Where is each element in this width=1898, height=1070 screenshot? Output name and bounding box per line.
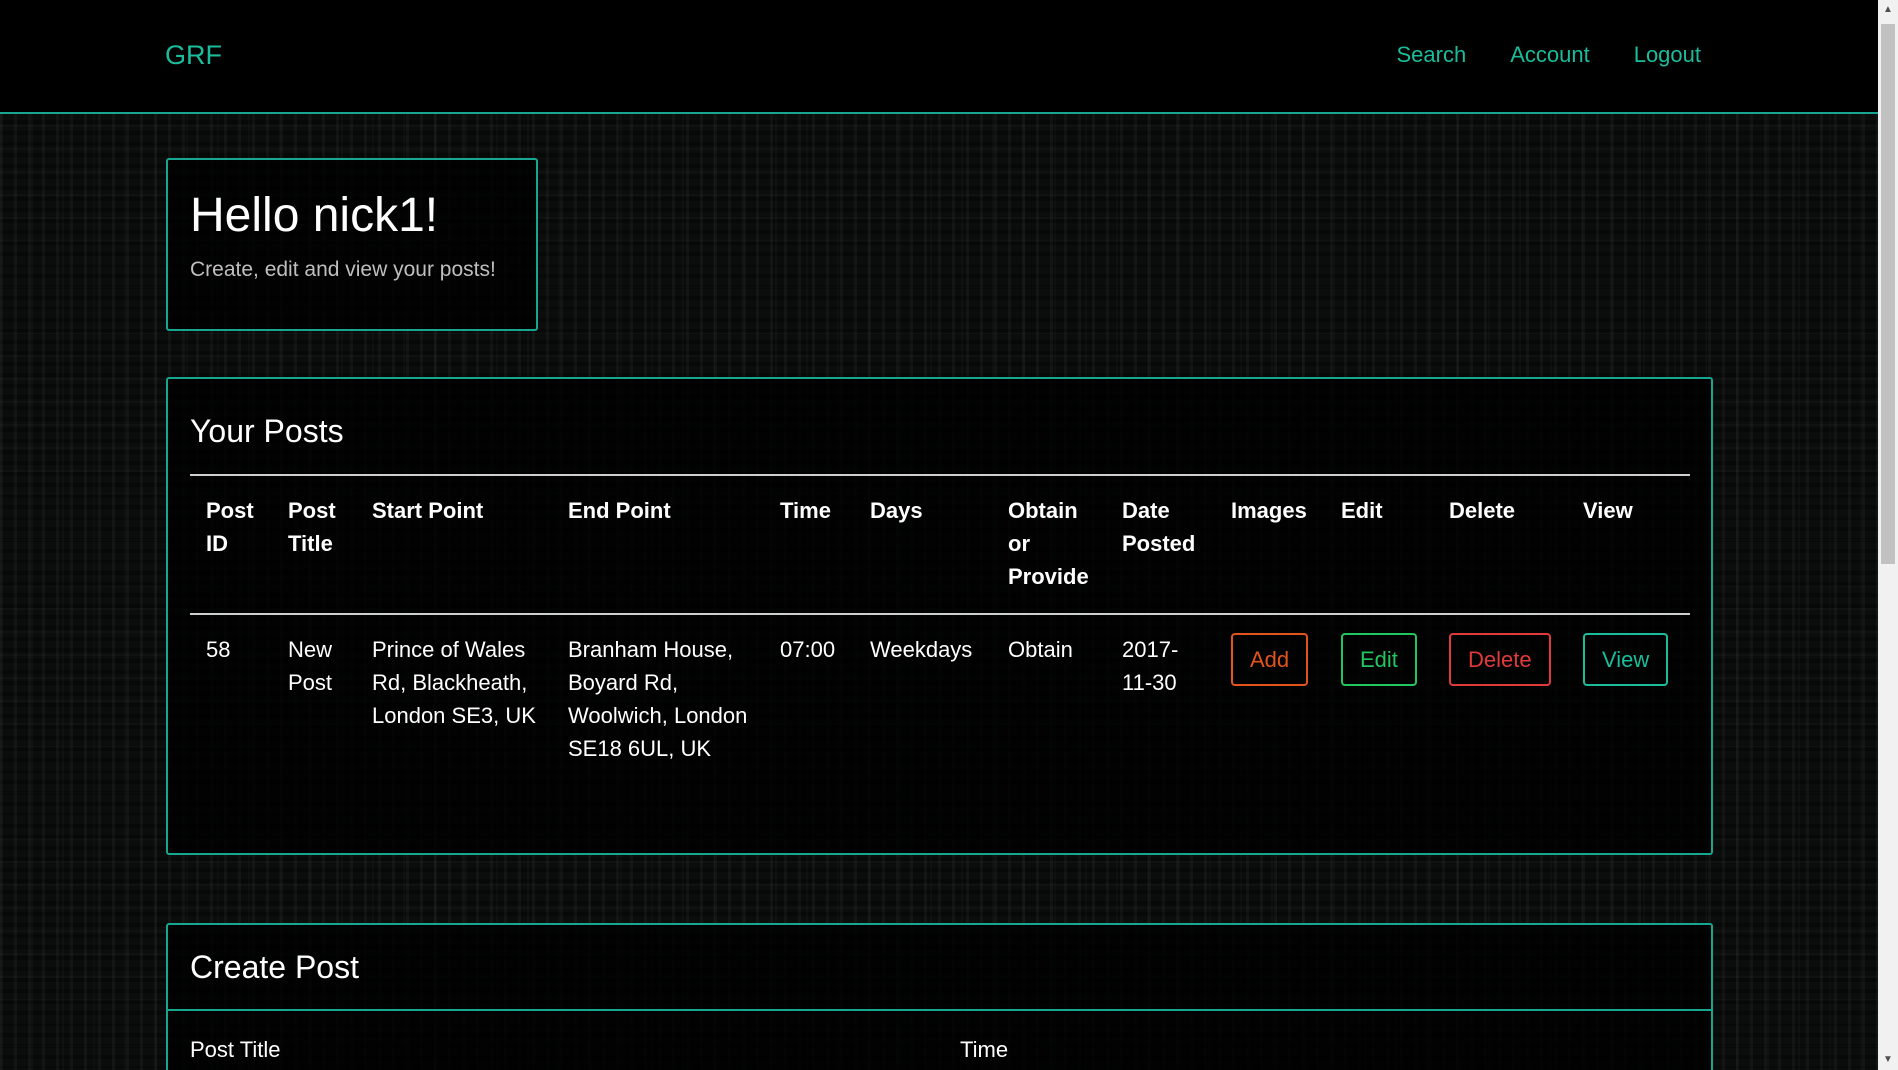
cell-date-posted: 2017-11-30 (1122, 637, 1179, 695)
time-label: Time (960, 1037, 1009, 1062)
col-delete: Delete (1433, 474, 1567, 615)
edit-post-button[interactable]: Edit (1341, 633, 1417, 686)
cell-images: Add (1215, 614, 1325, 777)
create-post-panel: Create Post Post Title Time (166, 923, 1713, 1070)
col-images: Images (1215, 474, 1325, 615)
scroll-down-icon[interactable]: ▼ (1878, 1050, 1898, 1070)
page-title: Hello nick1! (190, 189, 439, 242)
scroll-up-icon[interactable]: ▲ (1878, 0, 1898, 20)
posts-table: Post ID Post Title Start Point End Point… (190, 474, 1690, 777)
col-post-id: Post ID (190, 474, 272, 615)
col-obtain-provide: Obtain or Provide (992, 474, 1106, 615)
your-posts-panel: Your Posts Post ID Post Title Start Poin… (166, 377, 1713, 855)
col-end-point: End Point (552, 474, 764, 615)
page: GRF Search Account Logout Hello nick1! C… (0, 0, 1878, 1070)
nav-search-link[interactable]: Search (1396, 42, 1466, 68)
scroll-thumb[interactable] (1881, 24, 1895, 564)
brand-link[interactable]: GRF (165, 40, 222, 71)
col-edit: Edit (1325, 474, 1433, 615)
col-days: Days (854, 474, 992, 615)
col-post-title: Post Title (272, 474, 356, 615)
cell-obtain-provide: Obtain (1008, 637, 1073, 662)
nav-account-link[interactable]: Account (1510, 42, 1590, 68)
create-post-divider (168, 1009, 1711, 1011)
add-images-button[interactable]: Add (1231, 633, 1309, 686)
nav-logout-link[interactable]: Logout (1634, 42, 1701, 68)
cell-view: View (1567, 614, 1690, 777)
page-scrollbar[interactable]: ▲ ▼ (1878, 0, 1898, 1070)
view-post-button[interactable]: View (1583, 633, 1669, 686)
cell-edit: Edit (1325, 614, 1433, 777)
cell-time: 07:00 (780, 637, 836, 662)
page-subtitle: Create, edit and view your posts! (190, 258, 496, 281)
cell-end-point: Branham House, Boyard Rd, Woolwich, Lond… (568, 637, 748, 761)
cell-start-point: Prince of Wales Rd, Blackheath, London S… (372, 637, 536, 728)
delete-post-button[interactable]: Delete (1449, 633, 1551, 686)
cell-days: Weekdays (870, 637, 973, 662)
col-start-point: Start Point (356, 474, 552, 615)
cell-post-title: New Post (288, 637, 333, 695)
nav-links: Search Account Logout (1396, 42, 1701, 68)
post-title-label: Post Title (190, 1037, 281, 1062)
hello-panel: Hello nick1! Create, edit and view your … (166, 158, 538, 331)
table-header-row: Post ID Post Title Start Point End Point… (190, 474, 1690, 615)
cell-post-id: 58 (206, 637, 231, 662)
col-time: Time (764, 474, 854, 615)
cell-delete: Delete (1433, 614, 1567, 777)
create-post-heading: Create Post (190, 949, 359, 985)
navbar: GRF Search Account Logout (0, 0, 1878, 114)
col-date-posted: Date Posted (1106, 474, 1215, 615)
your-posts-heading: Your Posts (190, 413, 344, 449)
col-view: View (1567, 474, 1690, 615)
table-row: 58 New Post Prince of Wales Rd, Blackhea… (190, 614, 1690, 777)
